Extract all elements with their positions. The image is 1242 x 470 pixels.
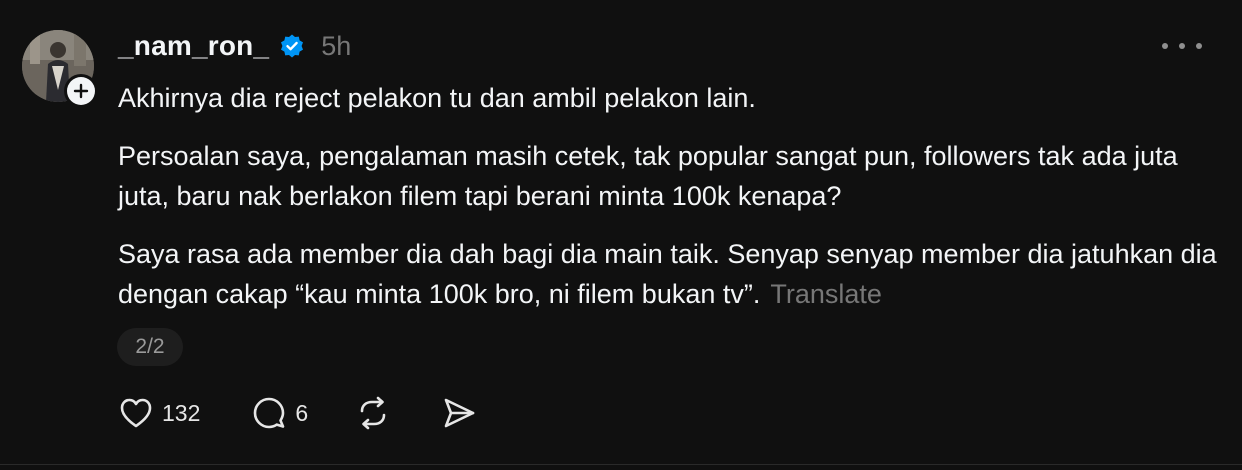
post-divider [0, 464, 1242, 465]
like-count: 132 [162, 399, 201, 426]
repost-icon [360, 396, 386, 430]
repost-button[interactable] [356, 396, 390, 430]
comment-icon [254, 397, 285, 429]
more-options-button[interactable] [1162, 32, 1202, 60]
post-header: _nam_ron_ 5h [118, 28, 351, 64]
heart-icon [120, 398, 152, 428]
like-button[interactable]: 132 [119, 397, 200, 429]
post-body: Akhirnya dia reject pelakon tu dan ambil… [118, 78, 1218, 332]
share-button[interactable] [442, 396, 476, 430]
post-paragraph: Akhirnya dia reject pelakon tu dan ambil… [118, 83, 756, 113]
thread-post: _nam_ron_ 5h Akhirnya dia reject pelakon… [0, 0, 1242, 470]
plus-icon [73, 83, 89, 99]
post-timestamp: 5h [321, 30, 352, 61]
action-bar: 132 6 [117, 392, 476, 434]
post-paragraph: Saya rasa ada member dia dah bagi dia ma… [118, 234, 1218, 314]
more-horizontal-icon [1162, 43, 1168, 49]
reply-button[interactable]: 6 [252, 396, 308, 430]
verified-badge-icon [281, 34, 304, 58]
follow-button[interactable] [64, 74, 98, 108]
username[interactable]: _nam_ron_ [118, 30, 269, 62]
post-paragraph: Persoalan saya, pengalaman masih cetek, … [118, 136, 1218, 216]
post-paragraph-text: Persoalan saya, pengalaman masih cetek, … [118, 141, 1178, 211]
send-icon [444, 398, 475, 428]
page-indicator: 2/2 [117, 328, 183, 366]
avatar-container [22, 30, 98, 108]
post-paragraph-text: Saya rasa ada member dia dah bagi dia ma… [118, 239, 1217, 309]
reply-count: 6 [295, 399, 309, 426]
translate-link[interactable]: Translate [770, 279, 882, 309]
